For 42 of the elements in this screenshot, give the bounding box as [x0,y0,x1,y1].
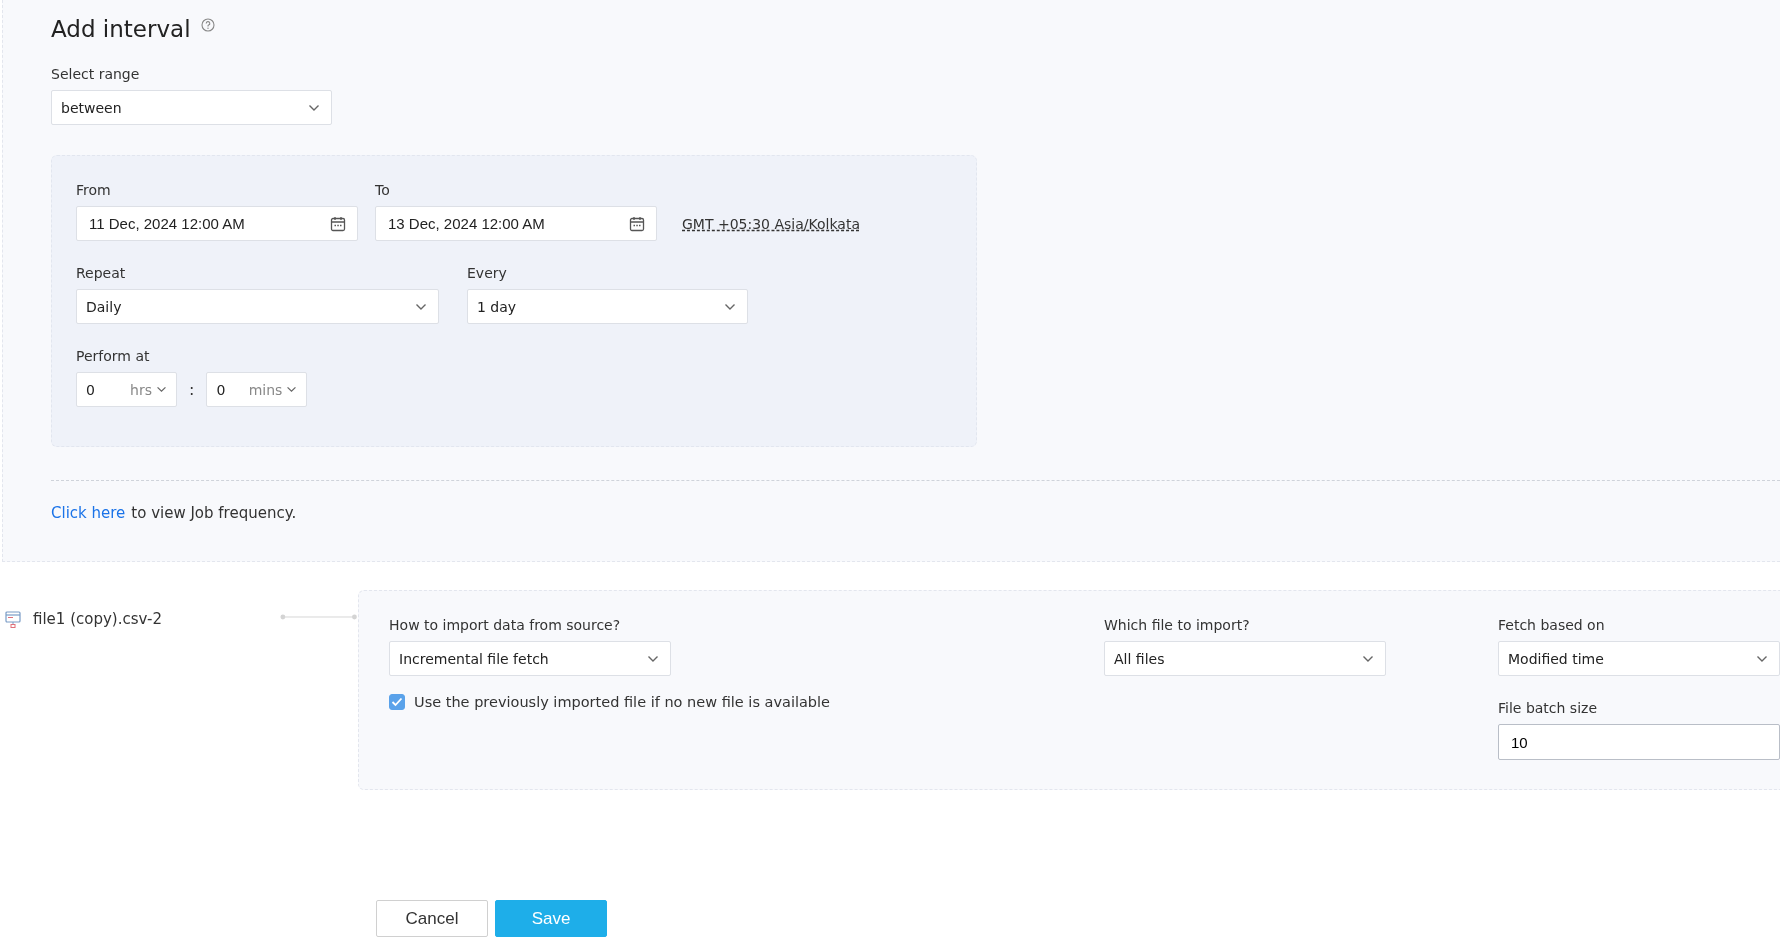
page-title: Add interval [51,16,191,42]
time-separator: : [189,380,195,399]
chevron-down-icon [156,386,167,393]
field-label: Which file to import? [1104,617,1251,633]
file-source-icon [5,610,21,628]
calendar-icon [629,215,645,232]
source-file-name: file1 (copy).csv-2 [33,610,162,628]
field-label: Every [467,265,508,281]
file-select[interactable]: All files [1104,641,1386,676]
repeat-select[interactable]: Daily [76,289,439,324]
job-frequency-text: to view Job frequency. [131,504,297,522]
import-method-select[interactable]: Incremental file fetch [389,641,672,676]
timezone-link[interactable]: GMT +05:30 Asia/Kolkata [682,206,860,241]
field-label: Fetch based on [1498,617,1606,633]
cancel-button[interactable]: Cancel [376,900,488,937]
field-label: From [76,182,112,198]
chevron-down-icon [308,103,320,112]
calendar-icon [330,215,346,232]
field-label: File batch size [1498,700,1598,716]
chevron-down-icon [1756,654,1768,663]
chevron-down-icon [647,654,660,663]
batch-size-field[interactable]: 10 [1498,724,1780,760]
range-select[interactable]: between [51,90,332,125]
field-label: To [375,182,391,198]
date-field[interactable]: 11 Dec, 2024 12:00 AM [76,206,358,241]
hours-select[interactable]: 0 hrs [76,372,177,407]
checkbox-label: Use the previously imported file if no new file is available [414,694,830,710]
chevron-down-icon [724,302,736,311]
minutes-select[interactable]: 0 mins [206,372,308,407]
job-frequency-link[interactable]: Click here [51,504,126,522]
field-label: Repeat [76,265,127,281]
field-label: How to import data from source? [389,617,622,633]
chevron-down-icon [286,386,298,393]
every-select[interactable]: 1 day [467,289,748,324]
chevron-down-icon [415,302,427,311]
help-icon[interactable] [200,18,215,32]
checkbox[interactable] [389,694,406,710]
field-label: Select range [51,66,141,82]
field-label: Perform at [76,348,151,364]
chevron-down-icon [1362,654,1374,663]
fetch-basis-select[interactable]: Modified time [1498,641,1780,676]
date-field[interactable]: 13 Dec, 2024 12:00 AM [375,206,657,241]
